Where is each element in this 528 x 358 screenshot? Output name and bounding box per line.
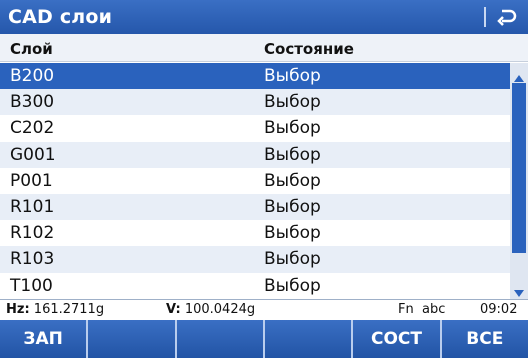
scrollbar[interactable]	[510, 63, 528, 299]
softkey-3[interactable]	[177, 320, 265, 358]
v-value: 100.0424g	[184, 302, 256, 317]
hz-label: Hz:	[6, 302, 30, 317]
layer-name: T100	[10, 275, 53, 296]
scroll-down-icon[interactable]	[513, 284, 525, 297]
layer-state: Выбор	[264, 223, 321, 244]
column-header-layer[interactable]: Слой	[10, 40, 53, 58]
layer-state: Выбор	[264, 275, 321, 296]
softkey-4[interactable]	[265, 320, 354, 358]
list-item[interactable]: R102 Выбор	[0, 220, 510, 247]
list-item[interactable]: T100 Выбор	[0, 272, 510, 299]
layer-list[interactable]: B200 Выбор B300 Выбор C202 Выбор G001 Вы…	[0, 63, 510, 299]
layer-name: B300	[10, 92, 55, 113]
list-header: Слой Состояние	[0, 34, 528, 62]
list-item[interactable]: P001 Выбор	[0, 167, 510, 194]
scrollbar-thumb[interactable]	[512, 83, 526, 253]
input-mode: Fn abc	[398, 302, 446, 317]
layer-state: Выбор	[264, 170, 321, 191]
v-label: V:	[166, 302, 181, 317]
softkey-bar: ЗАП СОСТ ВСЕ	[0, 320, 528, 358]
softkey-vse[interactable]: ВСЕ	[442, 320, 528, 358]
softkey-sost[interactable]: СОСТ	[353, 320, 442, 358]
title-separator	[484, 7, 486, 27]
layer-state: Выбор	[264, 118, 321, 139]
list-item[interactable]: G001 Выбор	[0, 141, 510, 168]
layer-name: C202	[10, 118, 55, 139]
list-item[interactable]: B200 Выбор	[0, 63, 510, 90]
list-item[interactable]: C202 Выбор	[0, 115, 510, 142]
hz-readout: Hz: 161.2711g	[6, 302, 104, 317]
list-item[interactable]: R103 Выбор	[0, 246, 510, 273]
softkey-zap[interactable]: ЗАП	[0, 320, 89, 358]
scroll-up-icon[interactable]	[513, 68, 525, 82]
layer-state: Выбор	[264, 196, 321, 217]
layer-state: Выбор	[264, 66, 321, 86]
layer-state: Выбор	[264, 144, 321, 165]
list-item[interactable]: B300 Выбор	[0, 89, 510, 116]
layer-name: B200	[10, 66, 55, 86]
clock: 09:02	[480, 302, 518, 317]
layer-name: G001	[10, 144, 56, 165]
status-bar: Hz: 161.2711g V: 100.0424g Fn abc 09:02	[0, 299, 528, 320]
title-bar: CAD слои	[0, 0, 528, 34]
back-icon[interactable]	[494, 5, 520, 29]
layer-name: P001	[10, 170, 53, 191]
layer-name: R102	[10, 223, 55, 244]
layer-state: Выбор	[264, 92, 321, 113]
window-title: CAD слои	[8, 6, 113, 28]
layer-state: Выбор	[264, 249, 321, 270]
layer-name: R103	[10, 249, 55, 270]
column-header-state[interactable]: Состояние	[264, 40, 354, 58]
layer-name: R101	[10, 196, 55, 217]
list-item[interactable]: R101 Выбор	[0, 193, 510, 221]
softkey-2[interactable]	[88, 320, 177, 358]
hz-value: 161.2711g	[33, 302, 105, 317]
v-readout: V: 100.0424g	[166, 302, 255, 317]
